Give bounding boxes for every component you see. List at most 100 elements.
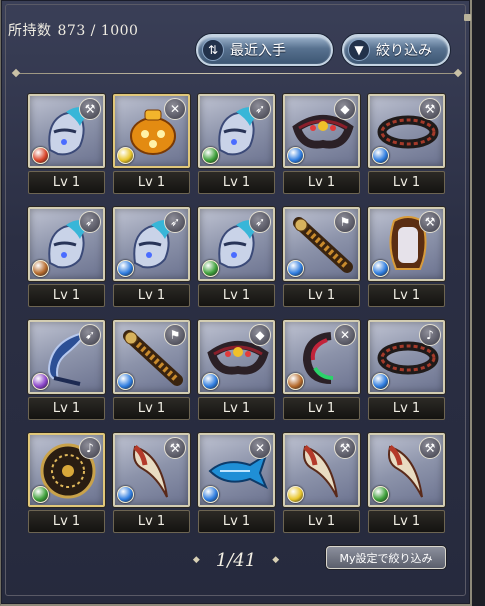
- wind-element-icon: [202, 147, 219, 164]
- sort-arrows-icon: ⇅: [202, 39, 224, 61]
- funnel-icon: ▼: [348, 39, 370, 61]
- water-element-icon: [372, 147, 389, 164]
- spear-icon: ➶: [79, 211, 101, 233]
- spear-icon: ➶: [164, 211, 186, 233]
- item-thumbnail: ⚒: [28, 94, 105, 168]
- item-level: Lv 1: [283, 171, 360, 194]
- filter-label: 絞り込み: [376, 43, 432, 59]
- earth-element-icon: [287, 373, 304, 390]
- wind-element-icon: [32, 486, 49, 503]
- earth-element-icon: [32, 260, 49, 277]
- axe-icon: ⚒: [419, 211, 441, 233]
- my-filter-button[interactable]: My設定で絞り込み: [326, 546, 446, 569]
- item-card[interactable]: ⚒ Lv 1: [368, 207, 445, 307]
- item-thumbnail: ⚑: [113, 320, 190, 394]
- item-thumbnail: ✕: [113, 94, 190, 168]
- axe-icon: ⚒: [164, 437, 186, 459]
- item-card[interactable]: ⚒ Lv 1: [113, 433, 190, 533]
- item-level: Lv 1: [198, 284, 275, 307]
- item-level: Lv 1: [113, 284, 190, 307]
- item-thumbnail: ◆: [283, 94, 360, 168]
- item-card[interactable]: ♪ Lv 1: [28, 433, 105, 533]
- water-element-icon: [202, 486, 219, 503]
- item-card[interactable]: ⚑ Lv 1: [113, 320, 190, 420]
- water-element-icon: [372, 373, 389, 390]
- item-level: Lv 1: [368, 397, 445, 420]
- item-thumbnail: ➹: [28, 320, 105, 394]
- item-level: Lv 1: [28, 397, 105, 420]
- item-card[interactable]: ⚒ Lv 1: [283, 433, 360, 533]
- water-element-icon: [117, 373, 134, 390]
- fire-element-icon: [32, 147, 49, 164]
- water-element-icon: [117, 260, 134, 277]
- item-thumbnail: ✕: [283, 320, 360, 394]
- water-element-icon: [117, 486, 134, 503]
- crossed-swords-icon: ✕: [334, 324, 356, 346]
- item-thumbnail: ⚑: [283, 207, 360, 281]
- bow-icon: ➹: [79, 324, 101, 346]
- scrollbar[interactable]: [472, 0, 485, 606]
- item-card[interactable]: ✕ Lv 1: [113, 94, 190, 194]
- crossed-swords-icon: ✕: [164, 98, 186, 120]
- hammer-icon: ⚑: [334, 211, 356, 233]
- item-thumbnail: ⚒: [368, 94, 445, 168]
- item-card[interactable]: ➹ Lv 1: [28, 320, 105, 420]
- axe-icon: ⚒: [419, 437, 441, 459]
- item-thumbnail: ◆: [198, 320, 275, 394]
- item-count-label: 所持数: [8, 23, 52, 39]
- item-card[interactable]: ➶ Lv 1: [113, 207, 190, 307]
- sort-recent-label: 最近入手: [230, 43, 286, 59]
- water-element-icon: [287, 260, 304, 277]
- item-thumbnail: ♪: [368, 320, 445, 394]
- item-level: Lv 1: [368, 510, 445, 533]
- gem-icon: ◆: [249, 324, 271, 346]
- item-thumbnail: ⚒: [368, 207, 445, 281]
- item-thumbnail: ⚒: [113, 433, 190, 507]
- item-level: Lv 1: [283, 510, 360, 533]
- light-element-icon: [117, 147, 134, 164]
- light-element-icon: [287, 486, 304, 503]
- item-card[interactable]: ✕ Lv 1: [198, 433, 275, 533]
- item-card[interactable]: ⚑ Lv 1: [283, 207, 360, 307]
- item-level: Lv 1: [283, 397, 360, 420]
- item-level: Lv 1: [113, 171, 190, 194]
- water-element-icon: [287, 147, 304, 164]
- item-card[interactable]: ◆ Lv 1: [198, 320, 275, 420]
- wind-element-icon: [202, 260, 219, 277]
- axe-icon: ⚒: [334, 437, 356, 459]
- item-card[interactable]: ⚒ Lv 1: [368, 433, 445, 533]
- item-card[interactable]: ➶ Lv 1: [198, 94, 275, 194]
- item-thumbnail: ➶: [113, 207, 190, 281]
- item-level: Lv 1: [198, 397, 275, 420]
- item-card[interactable]: ⚒ Lv 1: [368, 94, 445, 194]
- spear-icon: ➶: [249, 211, 271, 233]
- gem-icon: ◆: [334, 98, 356, 120]
- item-level: Lv 1: [198, 510, 275, 533]
- item-count: 所持数 873 / 1000: [8, 20, 138, 40]
- item-card[interactable]: ✕ Lv 1: [283, 320, 360, 420]
- item-thumbnail: ➶: [198, 94, 275, 168]
- item-level: Lv 1: [198, 171, 275, 194]
- filter-button[interactable]: ▼ 絞り込み: [342, 34, 450, 66]
- item-card[interactable]: ⚒ Lv 1: [28, 94, 105, 194]
- axe-icon: ⚒: [79, 98, 101, 120]
- item-thumbnail: ✕: [198, 433, 275, 507]
- item-thumbnail: ➶: [198, 207, 275, 281]
- item-count-value: 873 / 1000: [57, 23, 139, 39]
- prev-page-icon[interactable]: ◆: [193, 555, 200, 565]
- axe-icon: ⚒: [419, 98, 441, 120]
- wind-element-icon: [372, 486, 389, 503]
- header-divider: [16, 73, 458, 74]
- item-card[interactable]: ♪ Lv 1: [368, 320, 445, 420]
- item-card[interactable]: ➶ Lv 1: [198, 207, 275, 307]
- item-level: Lv 1: [28, 510, 105, 533]
- item-level: Lv 1: [368, 171, 445, 194]
- item-grid: ⚒ Lv 1 ✕ Lv 1 ➶ Lv 1 ◆ Lv 1 ⚒ Lv 1 ➶ Lv 1 ➶ Lv 1 ➶ Lv 1…: [28, 94, 450, 533]
- item-card[interactable]: ➶ Lv 1: [28, 207, 105, 307]
- harp-icon: ♪: [79, 437, 101, 459]
- next-page-icon[interactable]: ◆: [272, 555, 279, 565]
- scroll-thumb[interactable]: [464, 14, 471, 21]
- sort-recent-button[interactable]: ⇅ 最近入手: [196, 34, 333, 66]
- item-card[interactable]: ◆ Lv 1: [283, 94, 360, 194]
- item-level: Lv 1: [113, 510, 190, 533]
